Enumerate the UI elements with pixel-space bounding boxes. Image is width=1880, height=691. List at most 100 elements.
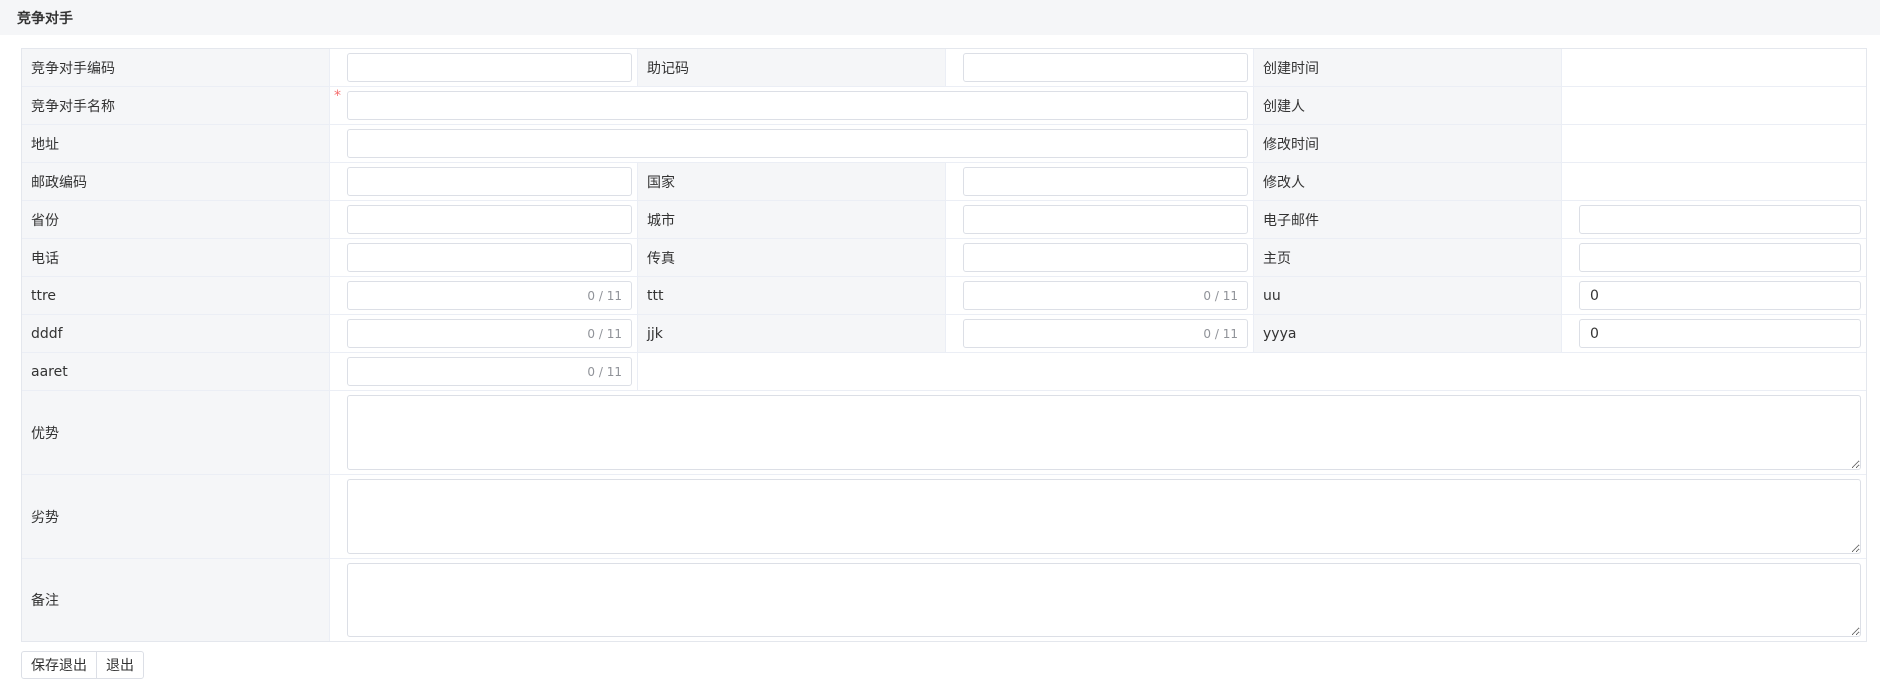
dddf-input[interactable]: 0 / 11 [347, 319, 632, 348]
advantage-label: 优势 [22, 391, 330, 474]
aaret-label: aaret [22, 353, 330, 390]
fax-input[interactable] [963, 243, 1248, 272]
form-row: 竞争对手编码 助记码 创建时间 [22, 49, 1866, 87]
modified-time-label: 修改时间 [1254, 125, 1562, 162]
city-input[interactable] [963, 205, 1248, 234]
name-cell: * [330, 87, 1254, 124]
yyya-input[interactable]: 0 [1579, 319, 1861, 348]
remark-label: 备注 [22, 559, 330, 641]
postal-code-cell [330, 163, 638, 200]
postal-code-input[interactable] [347, 167, 632, 196]
province-input[interactable] [347, 205, 632, 234]
form-row: 竞争对手名称 * 创建人 [22, 87, 1866, 125]
form-row: 省份 城市 电子邮件 [22, 201, 1866, 239]
uu-label: uu [1254, 277, 1562, 314]
code-input[interactable] [347, 53, 632, 82]
ttt-cell: 0 / 11 [946, 277, 1254, 314]
homepage-input[interactable] [1579, 243, 1861, 272]
name-input[interactable] [347, 91, 1248, 120]
country-cell [946, 163, 1254, 200]
email-label: 电子邮件 [1254, 201, 1562, 238]
ttt-char-counter: 0 / 11 [1203, 288, 1238, 303]
advantage-cell [330, 391, 1866, 474]
ttre-char-counter: 0 / 11 [587, 288, 622, 303]
yyya-cell: 0 [1562, 315, 1866, 352]
form-row: dddf 0 / 11 jjk 0 / 11 yyya 0 [22, 315, 1866, 353]
uu-value: 0 [1590, 287, 1599, 304]
form-row: 劣势 [22, 475, 1866, 559]
form-row: ttre 0 / 11 ttt 0 / 11 uu 0 [22, 277, 1866, 315]
phone-input[interactable] [347, 243, 632, 272]
homepage-cell [1562, 239, 1866, 276]
ttre-input[interactable]: 0 / 11 [347, 281, 632, 310]
ttt-input[interactable]: 0 / 11 [963, 281, 1248, 310]
address-label: 地址 [22, 125, 330, 162]
disadvantage-label: 劣势 [22, 475, 330, 558]
creator-label: 创建人 [1254, 87, 1562, 124]
form-row: 邮政编码 国家 修改人 [22, 163, 1866, 201]
form-row: 备注 [22, 559, 1866, 641]
email-cell [1562, 201, 1866, 238]
form-row: 地址 修改时间 [22, 125, 1866, 163]
aaret-cell: 0 / 11 [330, 353, 638, 390]
phone-cell [330, 239, 638, 276]
fax-label: 传真 [638, 239, 946, 276]
empty-cell [638, 353, 1866, 390]
code-label: 竞争对手编码 [22, 49, 330, 86]
mnemonic-input[interactable] [963, 53, 1248, 82]
country-label: 国家 [638, 163, 946, 200]
email-input[interactable] [1579, 205, 1861, 234]
competitor-form: 竞争对手编码 助记码 创建时间 竞争对手名称 * 创建人 地址 修改时间 邮政编… [21, 48, 1867, 642]
province-label: 省份 [22, 201, 330, 238]
created-time-value [1562, 49, 1866, 86]
remark-textarea[interactable] [347, 563, 1861, 637]
homepage-label: 主页 [1254, 239, 1562, 276]
aaret-input[interactable]: 0 / 11 [347, 357, 632, 386]
disadvantage-cell [330, 475, 1866, 558]
modified-time-value [1562, 125, 1866, 162]
modifier-label: 修改人 [1254, 163, 1562, 200]
dddf-char-counter: 0 / 11 [587, 326, 622, 341]
country-input[interactable] [963, 167, 1248, 196]
yyya-label: yyya [1254, 315, 1562, 352]
form-row: aaret 0 / 11 [22, 353, 1866, 391]
code-cell [330, 49, 638, 86]
mnemonic-cell [946, 49, 1254, 86]
ttt-label: ttt [638, 277, 946, 314]
aaret-char-counter: 0 / 11 [587, 364, 622, 379]
city-cell [946, 201, 1254, 238]
jjk-cell: 0 / 11 [946, 315, 1254, 352]
phone-label: 电话 [22, 239, 330, 276]
uu-cell: 0 [1562, 277, 1866, 314]
save-exit-button[interactable]: 保存退出 [21, 651, 97, 679]
fax-cell [946, 239, 1254, 276]
ttre-cell: 0 / 11 [330, 277, 638, 314]
address-cell [330, 125, 1254, 162]
page-header: 竞争对手 [0, 0, 1880, 35]
jjk-label: jjk [638, 315, 946, 352]
ttre-label: ttre [22, 277, 330, 314]
page-title: 竞争对手 [17, 10, 73, 27]
yyya-value: 0 [1590, 325, 1599, 342]
name-label: 竞争对手名称 [22, 87, 330, 124]
exit-button[interactable]: 退出 [96, 651, 144, 679]
advantage-textarea[interactable] [347, 395, 1861, 470]
remark-cell [330, 559, 1866, 641]
jjk-char-counter: 0 / 11 [1203, 326, 1238, 341]
created-time-label: 创建时间 [1254, 49, 1562, 86]
form-row: 优势 [22, 391, 1866, 475]
required-mark: * [334, 88, 341, 104]
postal-code-label: 邮政编码 [22, 163, 330, 200]
form-row: 电话 传真 主页 [22, 239, 1866, 277]
modifier-value [1562, 163, 1866, 200]
province-cell [330, 201, 638, 238]
dddf-cell: 0 / 11 [330, 315, 638, 352]
dddf-label: dddf [22, 315, 330, 352]
uu-input[interactable]: 0 [1579, 281, 1861, 310]
jjk-input[interactable]: 0 / 11 [963, 319, 1248, 348]
disadvantage-textarea[interactable] [347, 479, 1861, 554]
creator-value [1562, 87, 1866, 124]
address-input[interactable] [347, 129, 1248, 158]
mnemonic-label: 助记码 [638, 49, 946, 86]
action-buttons: 保存退出 退出 [21, 651, 144, 679]
